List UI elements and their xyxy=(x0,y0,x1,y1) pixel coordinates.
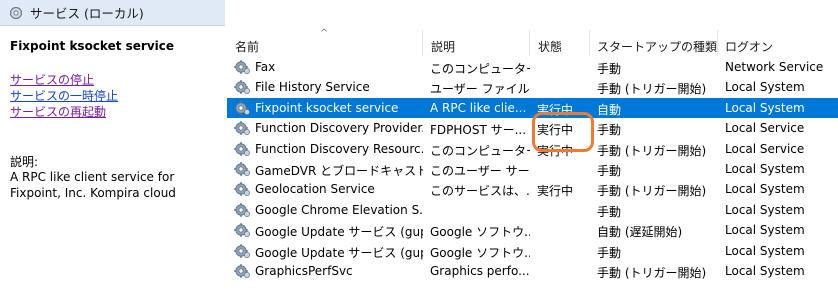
service-description-cell: このコンピューター... xyxy=(430,143,530,158)
table-row[interactable]: Google Update サービス (gup... Google ソフトウ...… xyxy=(227,241,838,261)
service-description-cell: このコンピューター... xyxy=(430,62,530,76)
column-header-name[interactable]: 名前 xyxy=(235,38,259,55)
service-description-cell: Graphics perfo... xyxy=(430,263,530,278)
sort-ascending-icon: ^ xyxy=(320,28,329,39)
service-startup-type: 手動 (トリガー開始) xyxy=(597,265,707,280)
gear-icon xyxy=(233,100,251,116)
gear-icon xyxy=(233,243,251,259)
restart-service-link[interactable]: サービスの再起動 xyxy=(10,103,106,120)
service-description-cell: Google ソフトウ... xyxy=(430,245,530,260)
service-startup-type: 手動 (トリガー開始) xyxy=(597,82,707,97)
column-header-description[interactable]: 説明 xyxy=(431,38,455,55)
service-description: A RPC like client service for Fixpoint, … xyxy=(10,170,176,200)
description-label: 説明: xyxy=(10,155,39,169)
table-row[interactable]: Fax このコンピューター... 手動 Network Service xyxy=(227,57,838,77)
service-name: Function Discovery Provider... xyxy=(255,121,423,136)
gear-icon xyxy=(233,59,251,75)
column-header-status[interactable]: 状態 xyxy=(538,38,562,55)
service-status: 実行中 xyxy=(537,102,574,117)
service-logon: Local System xyxy=(725,263,805,278)
table-header: ^ 名前 説明 状態 スタートアップの種類 ログオン xyxy=(227,26,838,57)
pause-service-link[interactable]: サービスの一時停止 xyxy=(10,87,118,104)
column-header-startup-type[interactable]: スタートアップの種類 xyxy=(597,38,717,55)
table-row[interactable]: Fixpoint ksocket service A RPC like clie.… xyxy=(227,97,838,119)
title-bar: サービス (ローカル) xyxy=(0,0,838,26)
gear-icon xyxy=(233,79,251,95)
service-name: GraphicsPerfSvc xyxy=(255,263,353,278)
service-logon: Network Service xyxy=(725,60,824,74)
gear-icon xyxy=(233,202,251,218)
table-body: Fax このコンピューター... 手動 Network Service File His… xyxy=(227,57,838,281)
service-startup-type: 手動 xyxy=(597,163,622,178)
service-startup-type: 手動 xyxy=(597,62,622,76)
service-description-cell: このユーザー サー... xyxy=(430,163,530,178)
table-row[interactable]: GraphicsPerfSvc Graphics perfo... 手動 (トリガー… xyxy=(227,261,838,281)
column-divider[interactable] xyxy=(529,30,530,56)
gear-icon xyxy=(233,181,251,197)
service-status: 実行中 xyxy=(537,184,574,199)
service-status: 実行中 xyxy=(537,123,574,138)
service-name: Geolocation Service xyxy=(255,182,375,197)
service-logon: Local Service xyxy=(725,141,805,156)
service-startup-type: 手動 (トリガー開始) xyxy=(597,143,707,158)
service-logon: Local System xyxy=(725,161,805,176)
service-logon: Local System xyxy=(725,223,805,238)
service-name: File History Service xyxy=(255,80,370,95)
service-name: Google Update サービス (gup... xyxy=(255,245,423,260)
service-logon: Local System xyxy=(725,100,805,115)
table-row[interactable]: Function Discovery Provider... FDPHOST サー… xyxy=(227,118,838,138)
service-logon: Local System xyxy=(725,182,805,197)
service-description-cell: ユーザー ファイル... xyxy=(430,82,530,97)
service-name: Fax xyxy=(255,60,276,74)
service-name: GameDVR とブロードキャスト ユ... xyxy=(255,163,423,178)
column-divider[interactable] xyxy=(717,30,718,56)
service-description-cell: FDPHOST サー... xyxy=(430,123,527,138)
column-divider[interactable] xyxy=(422,30,423,56)
service-name: Google Update サービス (gup... xyxy=(255,225,423,240)
service-startup-type: 手動 xyxy=(597,245,622,260)
selected-service-title: Fixpoint ksocket service xyxy=(10,39,175,53)
stop-service-link[interactable]: サービスの停止 xyxy=(10,71,94,88)
service-logon: Local System xyxy=(725,243,805,258)
gear-icon xyxy=(233,263,251,279)
service-description-cell: Google ソフトウ... xyxy=(430,225,530,240)
service-name: Function Discovery Resourc... xyxy=(255,141,423,156)
column-divider[interactable] xyxy=(589,30,590,56)
gear-icon xyxy=(233,141,251,157)
window-title: サービス (ローカル) xyxy=(30,6,144,21)
service-startup-type: 自動 xyxy=(597,102,622,117)
service-logon: Local System xyxy=(725,202,805,217)
service-name: Fixpoint ksocket service xyxy=(255,100,399,115)
gear-icon xyxy=(233,120,251,136)
service-startup-type: 手動 xyxy=(597,123,622,138)
table-row[interactable]: GameDVR とブロードキャスト ユ... このユーザー サー... 手動 Loca… xyxy=(227,159,838,179)
left-pane: Fixpoint ksocket service サービスの停止 サービスの一時… xyxy=(0,26,226,297)
service-startup-type: 手動 xyxy=(597,204,622,219)
services-icon xyxy=(9,6,23,19)
table-row[interactable]: File History Service ユーザー ファイル... 手動 (トリガー… xyxy=(227,77,838,97)
service-logon: Local Service xyxy=(725,121,805,136)
service-name: Google Chrome Elevation S... xyxy=(255,202,423,217)
table-row[interactable]: Geolocation Service このサービスは、... 実行中 手動 (トリガ… xyxy=(227,179,838,199)
service-status: 実行中 xyxy=(537,143,574,158)
table-row[interactable]: Google Chrome Elevation S... 手動 Local Syst… xyxy=(227,200,838,220)
services-table: ^ 名前 説明 状態 スタートアップの種類 ログオン Fax このコンピューター.… xyxy=(227,26,838,297)
column-header-logon[interactable]: ログオン xyxy=(725,38,773,55)
service-startup-type: 自動 (遅延開始) xyxy=(597,225,683,240)
table-row[interactable]: Function Discovery Resourc... このコンピューター..… xyxy=(227,139,838,159)
gear-icon xyxy=(233,222,251,238)
service-logon: Local System xyxy=(725,80,805,95)
service-startup-type: 手動 (トリガー開始) xyxy=(597,184,707,199)
title-tab: サービス (ローカル) xyxy=(0,0,225,26)
service-description-cell: このサービスは、... xyxy=(430,184,530,199)
gear-icon xyxy=(233,161,251,177)
table-row[interactable]: Google Update サービス (gup... Google ソフトウ...… xyxy=(227,220,838,240)
service-description-cell: A RPC like clie... xyxy=(430,100,527,115)
